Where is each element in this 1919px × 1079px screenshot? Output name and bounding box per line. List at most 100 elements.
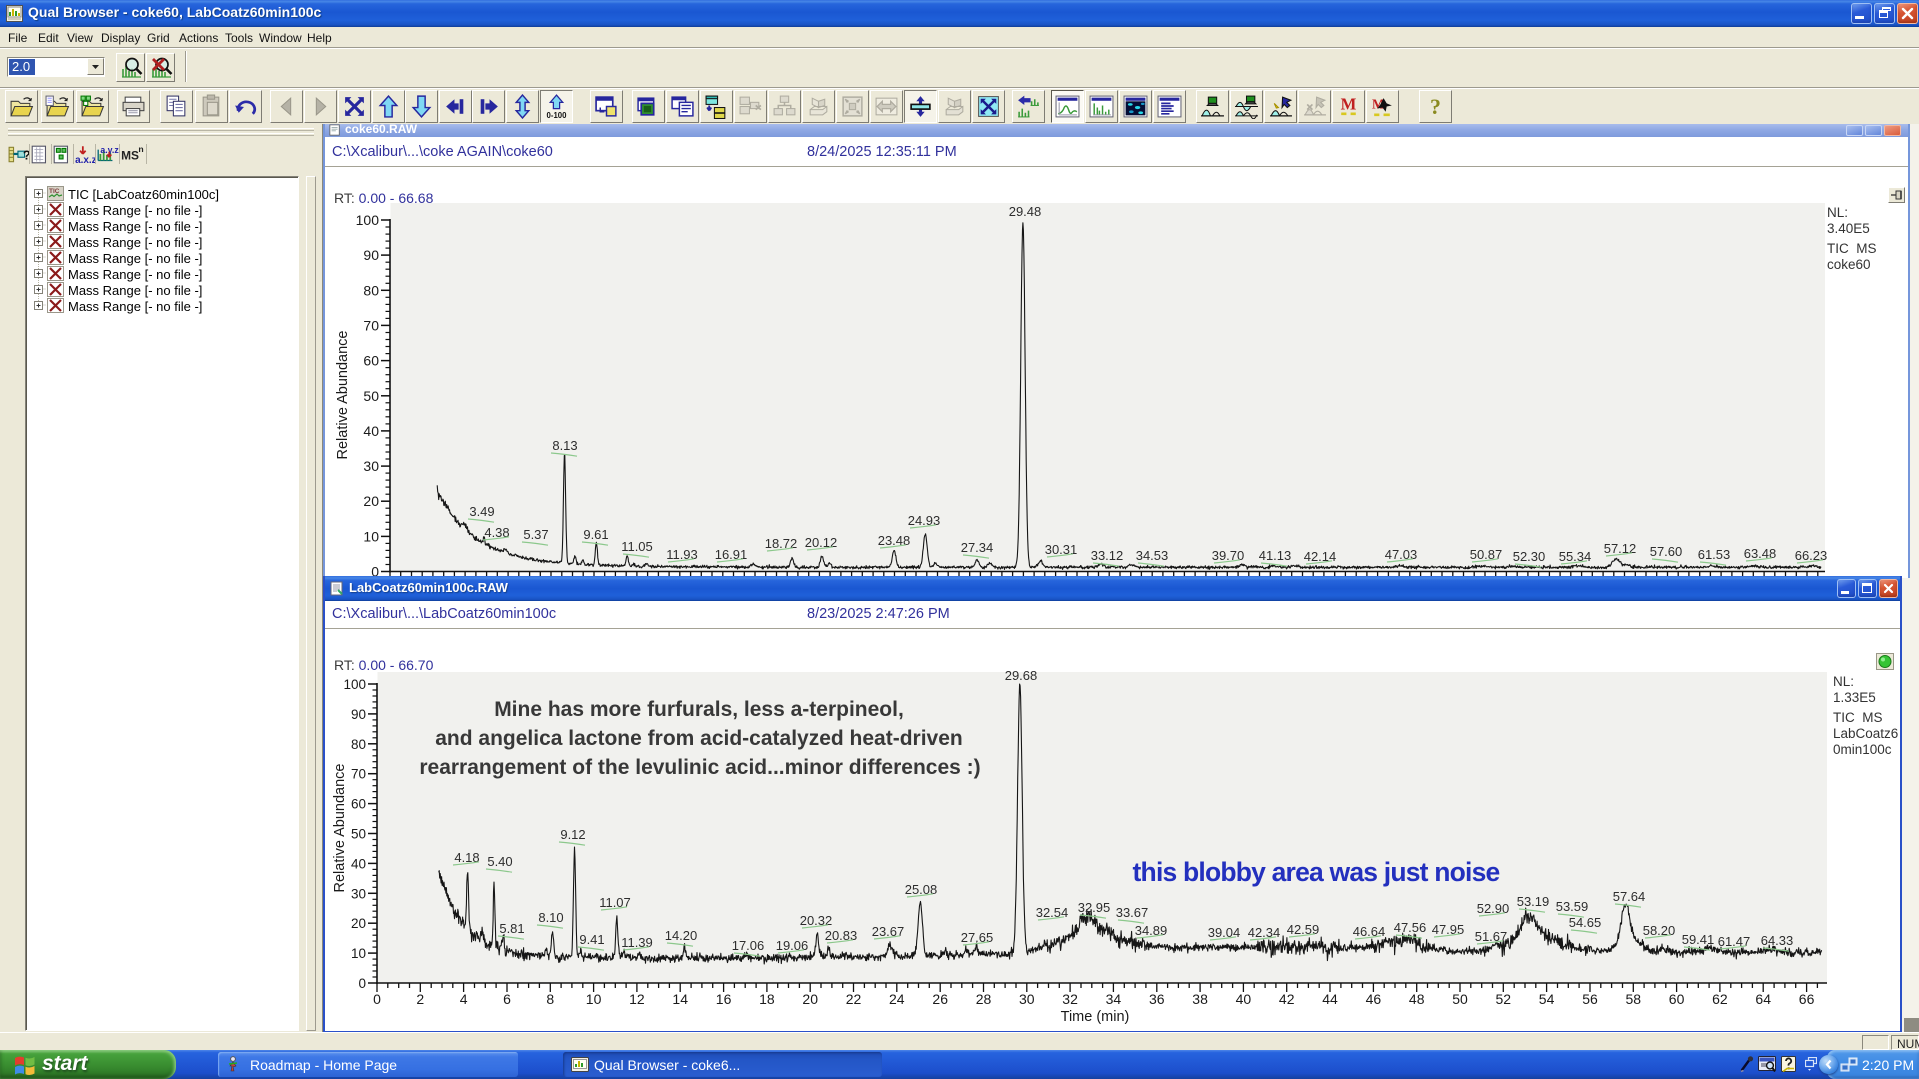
svg-text:62: 62 xyxy=(1712,991,1728,1007)
svg-text:MS: MS xyxy=(121,148,139,162)
svg-text:34.53: 34.53 xyxy=(1136,548,1169,563)
svg-text:NL:: NL: xyxy=(1833,674,1854,689)
svg-text:54: 54 xyxy=(1539,991,1555,1007)
svg-text:53.59: 53.59 xyxy=(1556,899,1589,914)
svg-text:34: 34 xyxy=(1106,991,1122,1007)
svg-text:32: 32 xyxy=(1062,991,1078,1007)
svg-text:70: 70 xyxy=(351,767,366,782)
svg-text:5.40: 5.40 xyxy=(487,854,512,869)
svg-text:11.93: 11.93 xyxy=(666,547,698,562)
svg-text:90: 90 xyxy=(363,247,379,263)
svg-text:52: 52 xyxy=(1496,991,1512,1007)
svg-text:55.34: 55.34 xyxy=(1559,549,1592,564)
svg-text:2: 2 xyxy=(416,991,424,1007)
svg-text:52.30: 52.30 xyxy=(1513,549,1546,564)
svg-text:16: 16 xyxy=(716,991,732,1007)
svg-text:11.05: 11.05 xyxy=(621,539,653,554)
svg-text:a.x.z: a.x.z xyxy=(75,155,95,164)
svg-text:64: 64 xyxy=(1755,991,1771,1007)
svg-text:coke60: coke60 xyxy=(1827,257,1871,272)
svg-text:40: 40 xyxy=(351,856,366,871)
svg-text:66: 66 xyxy=(1799,991,1815,1007)
svg-text:30: 30 xyxy=(351,886,366,901)
svg-text:TIC MS: TIC MS xyxy=(1827,241,1877,256)
svg-text:54.65: 54.65 xyxy=(1569,915,1602,930)
svg-text:42.14: 42.14 xyxy=(1304,549,1337,564)
svg-text:27.34: 27.34 xyxy=(961,540,994,555)
svg-text:50.87: 50.87 xyxy=(1470,547,1503,562)
svg-text:29.48: 29.48 xyxy=(1009,204,1042,219)
svg-text:39.70: 39.70 xyxy=(1212,548,1245,563)
svg-text:Mine has more furfurals, less: Mine has more furfurals, less a-terpineo… xyxy=(494,698,904,721)
svg-text:17.06: 17.06 xyxy=(732,938,765,953)
svg-text:18.72: 18.72 xyxy=(765,536,798,551)
svg-text:61.53: 61.53 xyxy=(1698,547,1731,562)
svg-text:20.32: 20.32 xyxy=(800,913,833,928)
svg-text:3.49: 3.49 xyxy=(469,504,494,519)
svg-text:0: 0 xyxy=(358,976,366,991)
svg-text:5.37: 5.37 xyxy=(523,527,548,542)
svg-text:59.41: 59.41 xyxy=(1682,932,1715,947)
svg-text:42: 42 xyxy=(1279,991,1295,1007)
svg-text:47.56: 47.56 xyxy=(1394,920,1427,935)
svg-text:42.59: 42.59 xyxy=(1287,922,1320,937)
svg-text:53.19: 53.19 xyxy=(1517,894,1550,909)
svg-text:44: 44 xyxy=(1322,991,1338,1007)
svg-text:20.12: 20.12 xyxy=(805,535,838,550)
svg-text:26: 26 xyxy=(932,991,948,1007)
svg-text:100: 100 xyxy=(356,212,380,228)
svg-text:10: 10 xyxy=(586,991,602,1007)
svg-text:100: 100 xyxy=(343,677,366,692)
svg-text:19.06: 19.06 xyxy=(776,938,809,953)
svg-text:LabCoatz6: LabCoatz6 xyxy=(1833,726,1898,741)
svg-text:14.20: 14.20 xyxy=(665,928,698,943)
svg-text:8.13: 8.13 xyxy=(552,438,577,453)
svg-text:16.91: 16.91 xyxy=(715,547,748,562)
svg-text:38: 38 xyxy=(1192,991,1208,1007)
svg-text:39.04: 39.04 xyxy=(1208,925,1241,940)
svg-text:1.33E5: 1.33E5 xyxy=(1833,690,1876,705)
svg-text:70: 70 xyxy=(363,317,379,333)
svg-text:50: 50 xyxy=(351,827,366,842)
svg-text:30: 30 xyxy=(363,458,379,474)
svg-text:TIC: TIC xyxy=(49,188,60,195)
svg-text:0min100c: 0min100c xyxy=(1833,742,1892,757)
svg-text:33.12: 33.12 xyxy=(1091,548,1124,563)
svg-text:80: 80 xyxy=(363,282,379,298)
svg-text:64.33: 64.33 xyxy=(1761,933,1794,948)
svg-text:25.08: 25.08 xyxy=(905,882,938,897)
svg-text:30: 30 xyxy=(1019,991,1035,1007)
svg-text:61.47: 61.47 xyxy=(1718,934,1751,949)
svg-text:32.95: 32.95 xyxy=(1078,900,1111,915)
svg-text:46.64: 46.64 xyxy=(1353,924,1386,939)
svg-text:20: 20 xyxy=(363,493,379,509)
svg-text:5.81: 5.81 xyxy=(499,921,524,936)
svg-text:50: 50 xyxy=(1452,991,1468,1007)
svg-text:9.41: 9.41 xyxy=(579,932,604,947)
svg-text:this blobby area was just nois: this blobby area was just noise xyxy=(1133,857,1500,887)
svg-text:30.31: 30.31 xyxy=(1045,542,1078,557)
svg-text:4: 4 xyxy=(460,991,468,1007)
svg-text:?: ? xyxy=(1430,95,1441,119)
svg-text:51.67: 51.67 xyxy=(1475,929,1508,944)
svg-text:66.23: 66.23 xyxy=(1795,548,1828,563)
svg-text:42.34: 42.34 xyxy=(1248,925,1281,940)
svg-text:28: 28 xyxy=(976,991,992,1007)
svg-text:23.67: 23.67 xyxy=(872,924,905,939)
svg-text:50: 50 xyxy=(363,388,379,404)
svg-text:n: n xyxy=(138,145,143,154)
svg-text:40: 40 xyxy=(1236,991,1252,1007)
svg-text:TIC MS: TIC MS xyxy=(1833,710,1883,725)
svg-text:33.67: 33.67 xyxy=(1116,905,1149,920)
svg-text:12: 12 xyxy=(629,991,645,1007)
svg-text:48: 48 xyxy=(1409,991,1425,1007)
svg-text:10: 10 xyxy=(363,528,379,544)
svg-text:20.83: 20.83 xyxy=(825,928,858,943)
svg-text:41.13: 41.13 xyxy=(1259,548,1292,563)
svg-text:36: 36 xyxy=(1149,991,1165,1007)
svg-text:9.61: 9.61 xyxy=(583,527,608,542)
svg-text:58: 58 xyxy=(1626,991,1642,1007)
svg-text:9.12: 9.12 xyxy=(560,827,585,842)
svg-text:20: 20 xyxy=(802,991,818,1007)
svg-text:22: 22 xyxy=(846,991,862,1007)
